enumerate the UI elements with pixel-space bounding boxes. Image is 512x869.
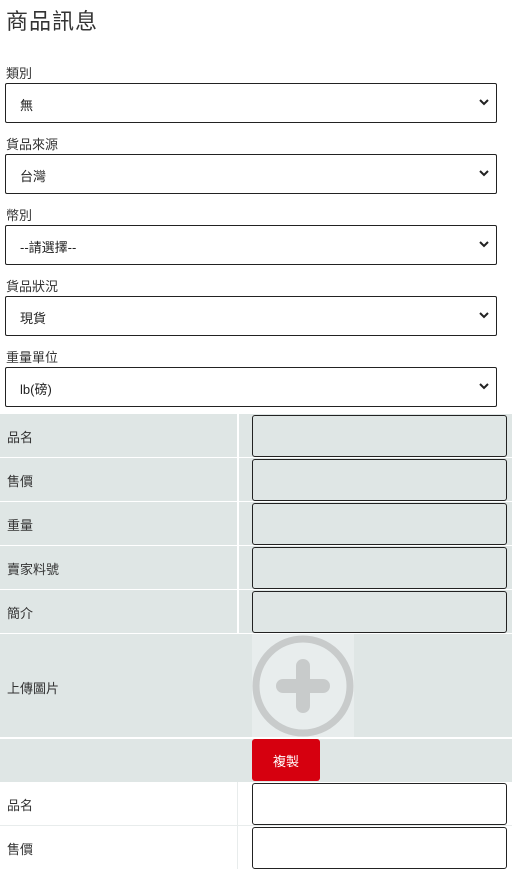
seller-sku-input[interactable]	[252, 547, 507, 589]
copy-row: 複製	[0, 739, 512, 782]
item-name-row: 品名	[0, 414, 512, 457]
condition-label: 貨品狀況	[6, 279, 59, 294]
condition-value: 現貨	[20, 311, 47, 326]
price-label: 售價	[7, 474, 34, 489]
second-item-name-input[interactable]	[252, 783, 507, 825]
price-row: 售價	[0, 458, 512, 501]
weight-row: 重量	[0, 502, 512, 545]
chevron-down-icon	[479, 241, 489, 248]
seller-sku-label: 賣家料號	[7, 562, 60, 577]
source-select[interactable]: 台灣	[5, 154, 497, 194]
category-value: 無	[20, 98, 34, 113]
currency-value: --請選擇--	[20, 240, 77, 255]
item-name-label: 品名	[7, 430, 34, 445]
second-price-row: 售價	[0, 826, 512, 869]
chevron-down-icon	[479, 312, 489, 319]
second-item-name-label: 品名	[7, 798, 34, 813]
seller-sku-row: 賣家料號	[0, 546, 512, 589]
weight-unit-value: lb(磅)	[20, 382, 52, 397]
currency-label: 幣別	[6, 208, 33, 223]
source-value: 台灣	[20, 169, 47, 184]
condition-select[interactable]: 現貨	[5, 296, 497, 336]
weight-unit-label: 重量單位	[6, 350, 59, 365]
upload-image-button[interactable]	[252, 634, 354, 737]
upload-image-row: 上傳圖片	[0, 634, 512, 737]
upload-image-label: 上傳圖片	[7, 681, 60, 696]
page-title: 商品訊息	[6, 9, 99, 34]
category-label: 類別	[6, 66, 33, 81]
currency-select[interactable]: --請選擇--	[5, 225, 497, 265]
chevron-down-icon	[479, 383, 489, 390]
chevron-down-icon	[479, 170, 489, 177]
second-item-name-row: 品名	[0, 782, 512, 825]
price-input[interactable]	[252, 459, 507, 501]
copy-button[interactable]: 複製	[252, 739, 320, 781]
description-label: 簡介	[7, 606, 34, 621]
weight-label: 重量	[7, 518, 34, 533]
plus-circle-icon	[252, 635, 354, 737]
source-label: 貨品來源	[6, 137, 59, 152]
weight-input[interactable]	[252, 503, 507, 545]
category-select[interactable]: 無	[5, 83, 497, 123]
weight-unit-select[interactable]: lb(磅)	[5, 367, 497, 407]
second-price-label: 售價	[7, 842, 34, 857]
description-input[interactable]	[252, 591, 507, 633]
description-row: 簡介	[0, 590, 512, 633]
chevron-down-icon	[479, 99, 489, 106]
item-name-input[interactable]	[252, 415, 507, 457]
second-price-input[interactable]	[252, 827, 507, 869]
